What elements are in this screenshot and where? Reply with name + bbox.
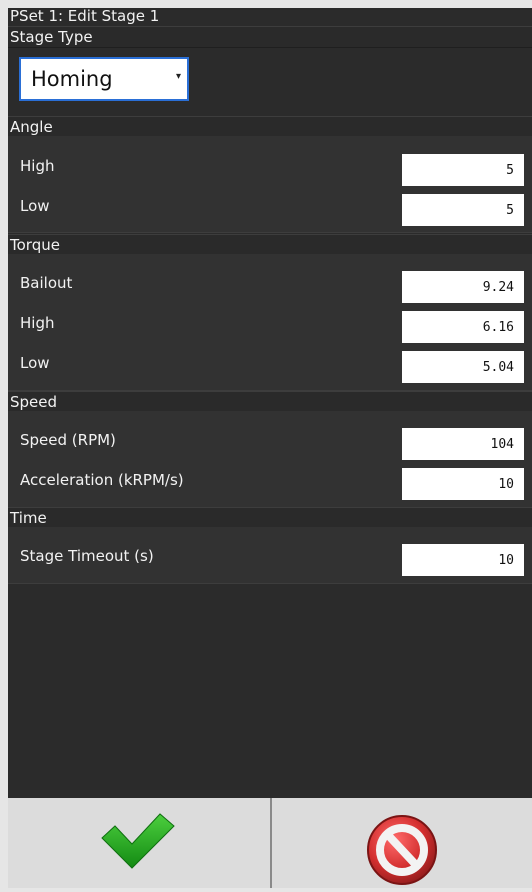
stage-timeout-label: Stage Timeout (s): [20, 547, 154, 565]
confirm-button[interactable]: [8, 798, 270, 888]
torque-bailout-label: Bailout: [20, 274, 73, 292]
checkmark-icon: [101, 813, 175, 869]
time-body: Stage Timeout (s): [8, 527, 532, 584]
stage-type-select[interactable]: Homing ▾: [19, 57, 189, 101]
chevron-down-icon: ▾: [175, 71, 181, 82]
speed-rpm-input[interactable]: [402, 428, 524, 460]
stage-timeout-input[interactable]: [402, 544, 524, 576]
speed-section: Speed Speed (RPM) Acceleration (kRPM/s): [8, 391, 532, 508]
torque-section: Torque Bailout High Low: [8, 234, 532, 391]
stage-type-value: Homing: [31, 67, 113, 91]
torque-bailout-input[interactable]: [402, 271, 524, 303]
angle-high-input[interactable]: [402, 154, 524, 186]
acceleration-input[interactable]: [402, 468, 524, 500]
torque-body: Bailout High Low: [8, 254, 532, 391]
stage-type-header: Stage Type: [8, 26, 532, 48]
edit-stage-panel: PSet 1: Edit Stage 1 Stage Type Homing ▾…: [8, 8, 532, 798]
angle-body: High Low: [8, 136, 532, 233]
cancel-icon: [367, 815, 437, 885]
speed-header: Speed: [8, 391, 532, 413]
speed-body: Speed (RPM) Acceleration (kRPM/s): [8, 411, 532, 508]
angle-low-input[interactable]: [402, 194, 524, 226]
angle-section: Angle High Low: [8, 116, 532, 234]
torque-high-input[interactable]: [402, 311, 524, 343]
torque-low-label: Low: [20, 354, 50, 372]
stage-type-section: Stage Type Homing ▾: [8, 26, 532, 116]
acceleration-label: Acceleration (kRPM/s): [20, 471, 184, 489]
time-header: Time: [8, 507, 532, 529]
speed-rpm-label: Speed (RPM): [20, 431, 116, 449]
cancel-button[interactable]: [272, 798, 532, 888]
torque-header: Torque: [8, 234, 532, 256]
footer-bar: [8, 798, 532, 888]
torque-low-input[interactable]: [402, 351, 524, 383]
torque-high-label: High: [20, 314, 55, 332]
page-title: PSet 1: Edit Stage 1: [10, 7, 160, 25]
angle-header: Angle: [8, 116, 532, 138]
angle-low-label: Low: [20, 197, 50, 215]
time-section: Time Stage Timeout (s): [8, 507, 532, 584]
angle-high-label: High: [20, 157, 55, 175]
